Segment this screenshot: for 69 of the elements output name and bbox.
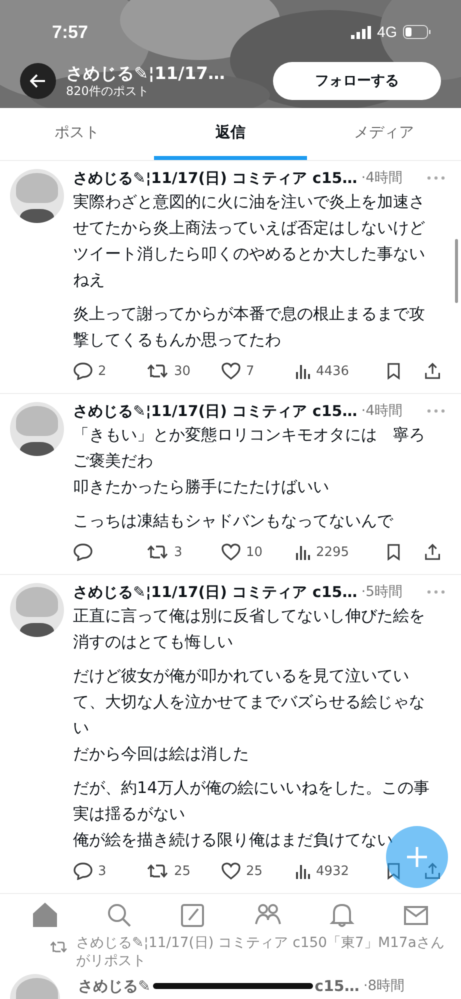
reply-button[interactable]: 2 — [73, 362, 147, 380]
back-arrow-icon — [30, 74, 46, 88]
more-icon[interactable] — [427, 590, 445, 594]
like-button[interactable]: 25 — [220, 862, 295, 880]
more-icon[interactable] — [427, 176, 445, 180]
reply-button[interactable]: 3 — [73, 862, 147, 880]
bar-chart-icon — [294, 863, 311, 879]
like-button[interactable]: 10 — [220, 543, 295, 561]
signal-icon — [350, 26, 371, 38]
network-label: 4G — [376, 24, 397, 40]
post-time: ·4時間 — [361, 169, 403, 187]
share-icon[interactable] — [424, 543, 441, 561]
post-text: 実際わざと意図的に火に油を注いで炎上を加速させてたから炎上商法っていえば否定はしないけどツイート消したら叩くのやめるとか大した事ないねえ — [73, 191, 426, 291]
heart-icon — [220, 543, 241, 561]
repost-icon — [146, 544, 169, 560]
repost-icon — [146, 863, 169, 879]
profile-name: さめじる✎¦11/17… — [66, 64, 226, 84]
views-button[interactable]: 4932 — [294, 863, 375, 879]
like-button[interactable]: 7 — [220, 362, 295, 380]
post-text: 「きもい」とか変態ロリコンキモオタには 寧ろご褒美だわ — [73, 424, 426, 472]
tab[interactable]: 返信 — [154, 108, 308, 160]
repost-icon — [146, 363, 169, 379]
reply-icon — [73, 543, 93, 561]
bell-icon[interactable] — [328, 902, 355, 928]
post-time: ·8時間 — [363, 977, 405, 995]
author-name[interactable]: さめじる✎¦11/17(日) コミティア c15… — [73, 582, 358, 602]
post-text: 俺が絵を描き続ける限り俺はまだ負けてない — [73, 829, 394, 851]
bar-chart-icon — [294, 363, 311, 379]
post-text: 炎上って謝ってからが本番で息の根止まるまで攻撃してくるもんか思ってたわ — [73, 303, 426, 351]
clock-time: 7:57 — [52, 22, 88, 42]
views-button[interactable]: 4436 — [294, 363, 375, 379]
heart-icon — [220, 862, 241, 880]
plus-icon — [405, 845, 429, 869]
author-name[interactable]: さめじる✎¦11/17(日) コミティア c15… — [73, 168, 358, 188]
views-button[interactable]: 2295 — [294, 544, 375, 560]
bar-chart-icon — [294, 544, 311, 560]
author-name[interactable]: さめじる✎¦11/17(日) コミティア c15… — [73, 402, 358, 420]
home-icon[interactable] — [32, 902, 58, 928]
tab[interactable]: メディア — [307, 108, 461, 160]
heart-icon — [220, 362, 241, 380]
post-text: 叩きたかったら勝手にたたけばいい — [73, 476, 330, 498]
repost-button[interactable]: 30 — [146, 363, 221, 379]
post-count: 820件のポスト — [66, 84, 150, 98]
more-icon[interactable] — [427, 409, 445, 413]
battery-icon — [403, 25, 431, 39]
bookmark-icon[interactable] — [386, 862, 400, 880]
post-text: こっちは凍結もシャドバンもなってないんで — [73, 510, 394, 532]
post-time: ·4時間 — [361, 402, 403, 420]
search-icon[interactable] — [106, 902, 132, 928]
compose-icon[interactable] — [180, 902, 206, 928]
repost-button[interactable]: 3 — [146, 544, 221, 560]
repost-notice: さめじる✎¦11/17(日) コミティア c150「東7」M17aさんがリポスト — [76, 934, 446, 970]
post-text: だが、約14万人が俺の絵にいいねをした。この事実は揺るがない — [73, 777, 430, 825]
repost-button[interactable]: 25 — [146, 863, 221, 879]
follow-button[interactable]: フォローする — [273, 62, 441, 100]
scrollbar[interactable] — [455, 239, 458, 303]
post-text: だけど彼女が俺が叩かれているを見て泣いていて、大切な人を泣かせてまでバズらせる絵じゃない — [73, 665, 426, 739]
author-name[interactable]: さめじる✎ — [78, 976, 151, 996]
share-icon[interactable] — [424, 362, 441, 380]
post-time: ·5時間 — [361, 583, 403, 601]
reply-icon — [73, 862, 93, 880]
tab[interactable]: ポスト — [0, 108, 154, 160]
bookmark-icon[interactable] — [386, 362, 400, 380]
post-text: だから今回は絵は消した — [73, 743, 250, 765]
post-text: 正直に言って俺は別に反省してないし伸びた絵を消すのはとても悔しい — [73, 605, 426, 653]
author-name[interactable]: c15… — [314, 977, 360, 995]
repost-icon — [50, 940, 68, 954]
reply-icon — [73, 362, 93, 380]
bookmark-icon[interactable] — [386, 543, 400, 561]
